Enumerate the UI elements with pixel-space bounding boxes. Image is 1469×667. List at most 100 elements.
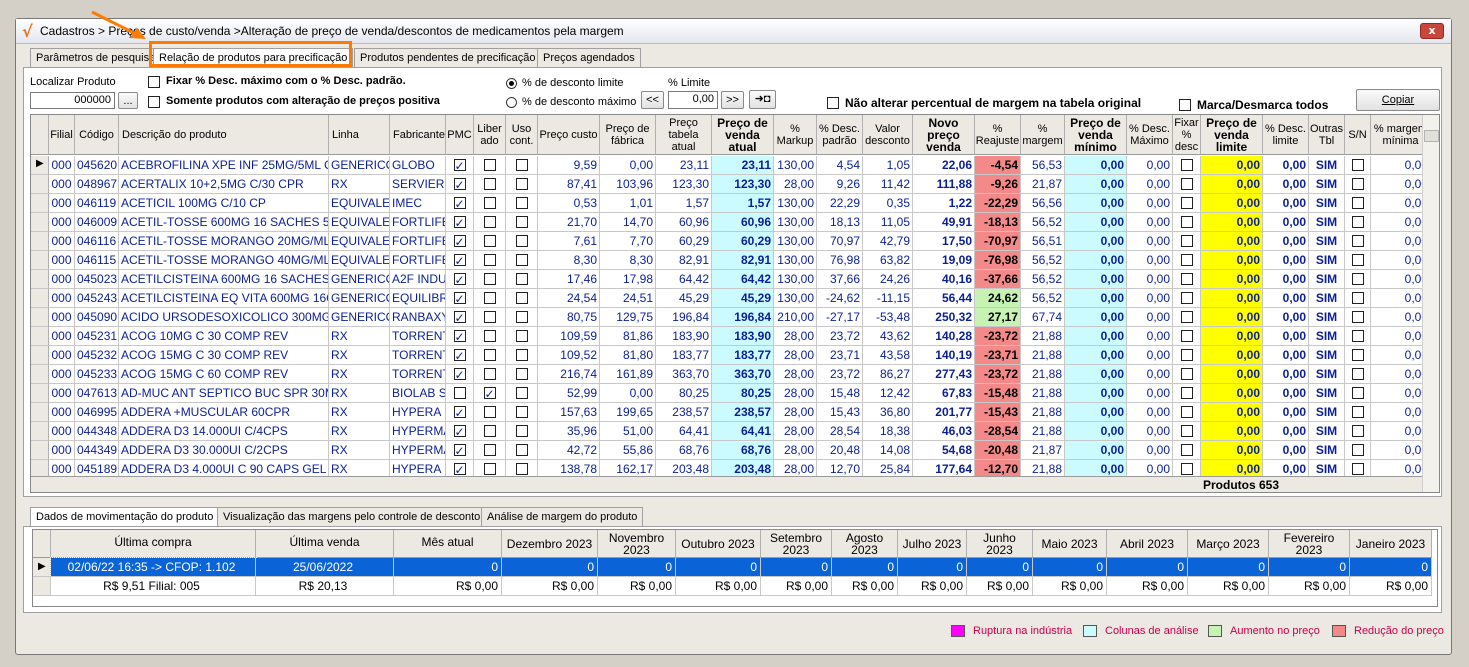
cell-preco-fabrica[interactable]: 55,86 (600, 441, 656, 460)
cell-preco-fabrica[interactable]: 0,00 (600, 156, 656, 175)
cell-desc-padrao[interactable]: 22,29 (817, 194, 863, 213)
cell-preco-fabrica[interactable]: 81,86 (600, 327, 656, 346)
cell-pmc[interactable] (446, 422, 474, 441)
cell-preco-limite[interactable]: 0,00 (1201, 422, 1263, 441)
cell-preco-minimo[interactable]: 0,00 (1065, 403, 1127, 422)
cell-fabricante[interactable]: EQUILIBR (390, 289, 446, 308)
bottom-col-header[interactable]: Julho 2023 (898, 530, 967, 558)
uso-cont-checkbox[interactable] (515, 330, 528, 342)
cell-outras-tbl[interactable]: SIM (1309, 422, 1345, 441)
cell-reajuste[interactable]: 24,62 (975, 289, 1021, 308)
cell-margem[interactable]: 56,56 (1021, 194, 1065, 213)
liberado-checkbox[interactable] (483, 311, 496, 323)
cell-preco-custo[interactable]: 109,59 (538, 327, 600, 346)
uso-cont-checkbox[interactable] (515, 254, 528, 266)
cell-sn[interactable] (1345, 251, 1371, 270)
cell-codigo[interactable]: 045232 (75, 346, 119, 365)
sn-checkbox[interactable] (1351, 216, 1364, 228)
cell-filial[interactable]: 000 (49, 422, 75, 441)
cell-valor-desconto[interactable]: 11,42 (863, 175, 913, 194)
cell-filial[interactable]: 000 (49, 270, 75, 289)
cell-reajuste[interactable]: -9,26 (975, 175, 1021, 194)
cell-linha[interactable]: EQUIVALEN (329, 194, 390, 213)
fixar-desc-checkbox[interactable] (1180, 425, 1193, 437)
cell-filial[interactable]: 000 (49, 384, 75, 403)
bottom-col-header[interactable]: Outubro 2023 (676, 530, 761, 558)
cell-preco-fabrica[interactable]: 17,98 (600, 270, 656, 289)
next-button[interactable]: >> (721, 91, 744, 109)
pmc-checkbox[interactable] (453, 176, 466, 193)
cell-uso-cont[interactable] (506, 289, 538, 308)
bottom-col-header[interactable]: Novembro 2023 (598, 530, 676, 558)
cell-desc-padrao[interactable]: 23,71 (817, 346, 863, 365)
cell-preco-minimo[interactable]: 0,00 (1065, 232, 1127, 251)
cell-preco-minimo[interactable]: 0,00 (1065, 213, 1127, 232)
cell-outras-tbl[interactable]: SIM (1309, 270, 1345, 289)
cell-preco-custo[interactable]: 7,61 (538, 232, 600, 251)
cell-preco-fabrica[interactable]: 81,80 (600, 346, 656, 365)
pmc-checkbox[interactable] (453, 195, 466, 212)
cell-codigo[interactable]: 045620 (75, 156, 119, 175)
pmc-checkbox[interactable] (453, 461, 466, 478)
cell-fabricante[interactable]: RANBAXY (390, 308, 446, 327)
cell-desc-limite[interactable]: 0,00 (1263, 346, 1309, 365)
cell-reajuste[interactable]: -18,13 (975, 213, 1021, 232)
cell-novo-preco[interactable]: 40,16 (913, 270, 975, 289)
bottom-col-header[interactable]: Junho 2023 (967, 530, 1033, 558)
somente-checkbox[interactable] (148, 96, 160, 108)
cell-reajuste[interactable]: -22,29 (975, 194, 1021, 213)
cell-margem[interactable]: 56,52 (1021, 213, 1065, 232)
radio-desconto-maximo[interactable] (506, 97, 517, 108)
cell-uso-cont[interactable] (506, 232, 538, 251)
col-header-novo-preco[interactable]: Novo preço venda (913, 115, 975, 155)
cell-outras-tbl[interactable]: SIM (1309, 232, 1345, 251)
col-header-margem[interactable]: % margem (1021, 115, 1065, 155)
cell-uso-cont[interactable] (506, 422, 538, 441)
cell-uso-cont[interactable] (506, 251, 538, 270)
grid-scrollbar[interactable] (1422, 115, 1439, 492)
cell-pmc[interactable] (446, 308, 474, 327)
row-selector[interactable]: ▶ (31, 156, 49, 175)
limite-input[interactable]: 0,00 (668, 91, 718, 109)
cell-sn[interactable] (1345, 384, 1371, 403)
col-header-desc-padrao[interactable]: % Desc. padrão (817, 115, 863, 155)
bottom-cell[interactable]: R$ 0,00 (1188, 577, 1269, 596)
bottom-cell[interactable]: 02/06/22 16:35 -> CFOP: 1.102 (50, 557, 257, 578)
cell-preco-fabrica[interactable]: 0,00 (600, 384, 656, 403)
row-selector[interactable] (31, 213, 49, 232)
cell-preco-tabela[interactable]: 183,77 (656, 346, 712, 365)
cell-desc-maximo[interactable]: 0,00 (1127, 251, 1173, 270)
cell-preco-custo[interactable]: 35,96 (538, 422, 600, 441)
pmc-checkbox[interactable] (453, 366, 466, 383)
cell-descricao[interactable]: ACETIL-TOSSE MORANGO 20MG/ML 120 (119, 232, 329, 251)
cell-markup[interactable]: 28,00 (774, 365, 817, 384)
cell-desc-padrao[interactable]: 23,72 (817, 365, 863, 384)
cell-desc-limite[interactable]: 0,00 (1263, 270, 1309, 289)
row-selector[interactable] (31, 194, 49, 213)
cell-desc-maximo[interactable]: 0,00 (1127, 441, 1173, 460)
pmc-checkbox[interactable] (453, 387, 466, 399)
col-header-preco-tabela[interactable]: Preço tabela atual (656, 115, 712, 155)
cell-uso-cont[interactable] (506, 156, 538, 175)
cell-uso-cont[interactable] (506, 175, 538, 194)
cell-pmc[interactable] (446, 403, 474, 422)
uso-cont-checkbox[interactable] (515, 235, 528, 247)
cell-markup[interactable]: 28,00 (774, 422, 817, 441)
cell-codigo[interactable]: 046995 (75, 403, 119, 422)
cell-fabricante[interactable]: TORRENT (390, 346, 446, 365)
cell-valor-desconto[interactable]: 43,58 (863, 346, 913, 365)
sn-checkbox[interactable] (1351, 159, 1364, 171)
uso-cont-checkbox[interactable] (515, 368, 528, 380)
bottom-cell[interactable]: 0 (832, 558, 898, 577)
cell-descricao[interactable]: ACOG 15MG C 60 COMP REV (119, 365, 329, 384)
pmc-checkbox[interactable] (453, 157, 466, 174)
bottom-cell[interactable]: 0 (1033, 558, 1107, 577)
cell-fixar-desc[interactable] (1173, 441, 1201, 460)
bottom-cell[interactable]: R$ 0,00 (967, 577, 1033, 596)
bottom-col-header[interactable]: Fevereiro 2023 (1269, 530, 1350, 558)
cell-descricao[interactable]: ACIDO URSODESOXICOLICO 300MG C/3 (119, 308, 329, 327)
sn-checkbox[interactable] (1351, 235, 1364, 247)
bottom-cell[interactable]: 0 (1188, 558, 1269, 577)
bottom-cell[interactable]: R$ 0,00 (1033, 577, 1107, 596)
cell-margem[interactable]: 56,51 (1021, 232, 1065, 251)
